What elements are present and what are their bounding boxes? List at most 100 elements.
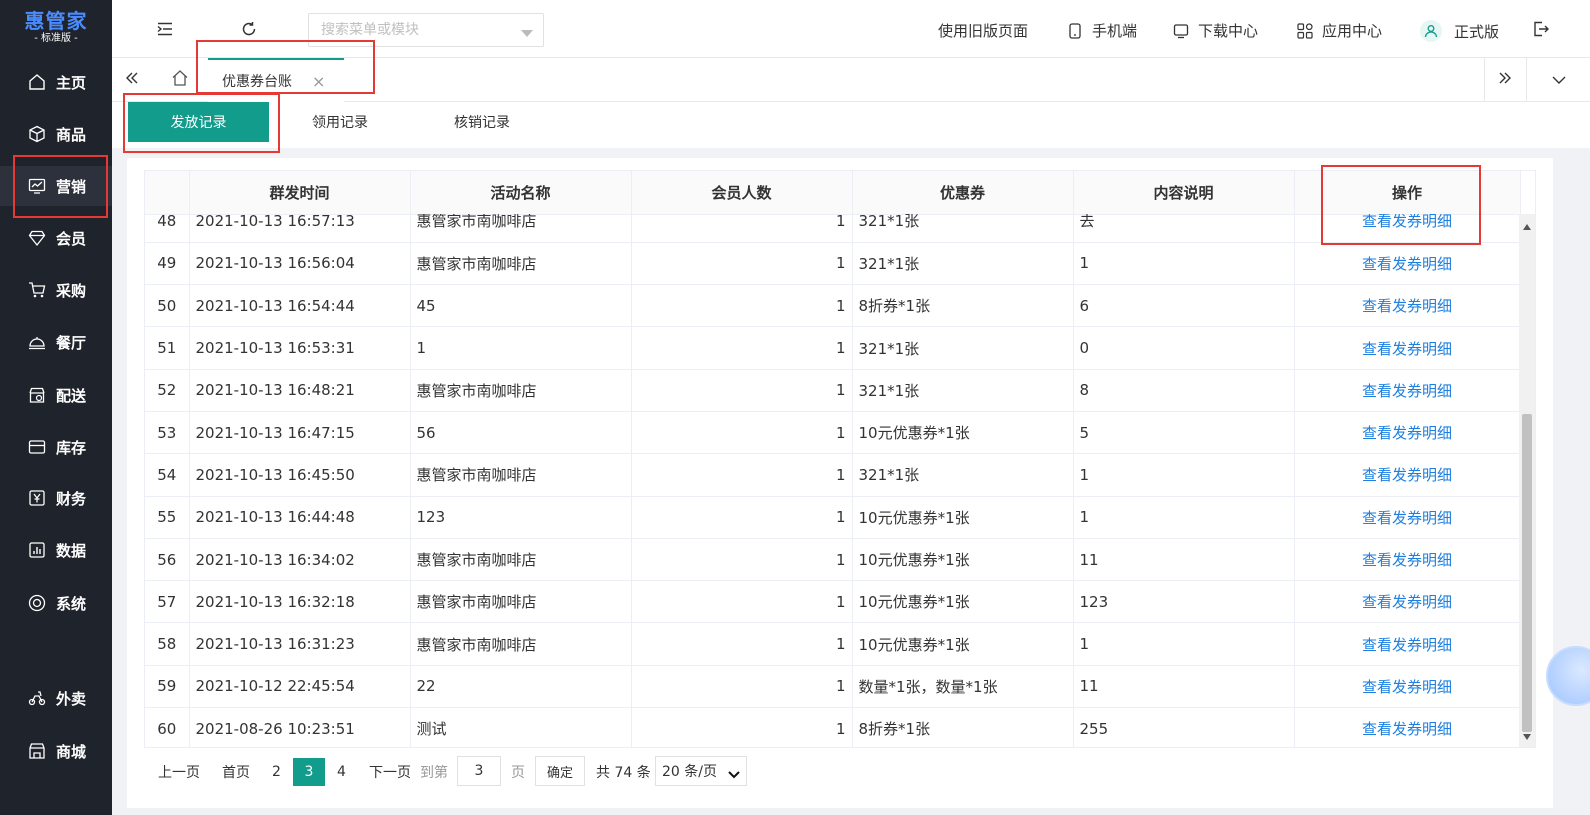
sidebar-item-members[interactable]: 会员 xyxy=(0,218,112,258)
home-tab-button[interactable] xyxy=(160,58,200,102)
confirm-goto-button[interactable]: 确定 xyxy=(535,756,585,786)
sidebar-item-label: 采购 xyxy=(56,281,87,300)
cell-member-count: 1 xyxy=(631,369,853,412)
view-detail-link[interactable]: 查看发券明细 xyxy=(1294,538,1520,582)
cell-coupon: 10元优惠券*1张 xyxy=(852,622,1074,666)
table-row: 54 2021-10-13 16:45:50 惠管家市南咖啡店 1 321*1张 1 查看发… xyxy=(145,453,1520,497)
old-version-link[interactable]: 使用旧版页面 xyxy=(938,20,1028,41)
download-center-link[interactable]: 下载中心 xyxy=(1172,20,1258,41)
next-page-button[interactable]: 下一页 xyxy=(369,758,411,786)
account-label: 正式版 xyxy=(1454,22,1500,41)
col-send-time: 群发时间 xyxy=(189,171,411,215)
sidebar-item-takeaway[interactable]: 外卖 xyxy=(0,678,112,718)
table-row: 57 2021-10-13 16:32:18 惠管家市南咖啡店 1 10元优惠券*1张 1… xyxy=(145,580,1520,624)
table-body[interactable]: 48 2021-10-13 16:57:13 惠管家市南咖啡店 1 321*1张去查看发… xyxy=(145,214,1520,747)
sidebar-item-purchase[interactable]: 采购 xyxy=(0,270,112,310)
sidebar-item-marketing[interactable]: 营销 xyxy=(0,166,112,206)
diamond-icon xyxy=(28,229,46,247)
table-row: 56 2021-10-13 16:34:02 惠管家市南咖啡店 1 10元优惠券*1张 1… xyxy=(145,538,1520,582)
scrollbar-thumb[interactable] xyxy=(1522,414,1532,732)
sidebar-item-inventory[interactable]: 库存 xyxy=(0,427,112,467)
sidebar-item-mall[interactable]: 商城 xyxy=(0,731,112,771)
app-center-link[interactable]: 应用中心 xyxy=(1296,20,1382,41)
cell-description: 1 xyxy=(1073,242,1295,286)
collapse-menu-icon[interactable] xyxy=(156,20,174,38)
view-detail-link[interactable]: 查看发券明细 xyxy=(1294,411,1520,455)
scroll-tabs-left-button[interactable] xyxy=(112,58,152,102)
col-coupon: 优惠券 xyxy=(852,171,1074,215)
sidebar-item-delivery[interactable]: 配送 xyxy=(0,375,112,415)
cell-coupon: 10元优惠券*1张 xyxy=(852,411,1074,455)
sidebar-item-system[interactable]: 系统 xyxy=(0,583,112,623)
menu-search-field[interactable] xyxy=(308,13,544,47)
view-detail-link[interactable]: 查看发券明细 xyxy=(1294,326,1520,370)
cell-activity-name: 45 xyxy=(410,284,632,328)
cell-description: 5 xyxy=(1073,411,1295,455)
cell-member-count: 1 xyxy=(631,622,853,666)
col-activity-name: 活动名称 xyxy=(410,171,632,215)
cell-description: 8 xyxy=(1073,369,1295,412)
view-detail-link[interactable]: 查看发券明细 xyxy=(1294,242,1520,286)
chevron-down-icon[interactable] xyxy=(521,26,533,42)
issue-records-table: 群发时间 活动名称 会员人数 优惠券 内容说明 操作 48 2021-10-13 … xyxy=(144,170,1536,748)
menu-search-input[interactable] xyxy=(321,22,511,38)
sidebar-item-restaurant[interactable]: 餐厅 xyxy=(0,322,112,362)
page-button-3-current[interactable]: 3 xyxy=(293,758,325,786)
view-detail-link[interactable]: 查看发券明细 xyxy=(1294,496,1520,539)
view-detail-link[interactable]: 查看发券明细 xyxy=(1294,214,1520,243)
tab-redeem-records[interactable]: 核销记录 xyxy=(434,102,530,142)
goto-page-input[interactable] xyxy=(457,756,501,786)
cell-member-count: 1 xyxy=(631,326,853,370)
scroll-tabs-right-button[interactable] xyxy=(1484,58,1524,102)
sidebar-item-goods[interactable]: 商品 xyxy=(0,114,112,154)
scroll-down-arrow-icon[interactable] xyxy=(1523,728,1531,744)
first-page-button[interactable]: 首页 xyxy=(222,758,250,786)
view-detail-link[interactable]: 查看发券明细 xyxy=(1294,284,1520,328)
view-detail-link[interactable]: 查看发券明细 xyxy=(1294,622,1520,666)
app-center-label: 应用中心 xyxy=(1322,22,1383,40)
sidebar-item-home[interactable]: 主页 xyxy=(0,62,112,102)
tab-claim-records[interactable]: 领用记录 xyxy=(292,102,388,142)
page-unit-label: 页 xyxy=(511,765,525,781)
sidebar-item-data[interactable]: 数据 xyxy=(0,530,112,570)
account-menu[interactable]: 正式版 xyxy=(1420,20,1499,42)
close-icon[interactable]: × xyxy=(312,72,325,91)
table-scrollbar[interactable] xyxy=(1519,214,1535,747)
cloche-icon xyxy=(28,333,46,351)
view-detail-link[interactable]: 查看发券明细 xyxy=(1294,665,1520,709)
view-detail-link[interactable]: 查看发券明细 xyxy=(1294,580,1520,624)
page-button-4[interactable]: 4 xyxy=(337,758,346,786)
cell-activity-name: 123 xyxy=(410,496,632,539)
view-detail-link[interactable]: 查看发券明细 xyxy=(1294,453,1520,497)
prev-page-button[interactable]: 上一页 xyxy=(158,758,200,786)
scroll-up-arrow-icon[interactable] xyxy=(1523,218,1531,234)
table-row: 52 2021-10-13 16:48:21 惠管家市南咖啡店 1 321*1张 8 查看发… xyxy=(145,369,1520,412)
row-index: 49 xyxy=(145,242,190,286)
tab-coupon-ledger[interactable]: 优惠券台账 × xyxy=(208,58,344,102)
sidebar-item-label: 财务 xyxy=(56,489,87,508)
logout-icon[interactable] xyxy=(1532,20,1550,38)
col-member-count: 会员人数 xyxy=(631,171,853,215)
cell-member-count: 1 xyxy=(631,453,853,497)
cell-send-time: 2021-10-13 16:54:44 xyxy=(189,284,411,328)
refresh-icon[interactable] xyxy=(240,20,258,38)
cell-send-time: 2021-10-13 16:32:18 xyxy=(189,580,411,624)
shop-icon xyxy=(28,742,46,760)
page-size-select[interactable]: 20 条/页 xyxy=(655,756,747,786)
brand-logo[interactable]: 惠管家 - 标准版 - xyxy=(0,0,112,56)
cell-description: 123 xyxy=(1073,580,1295,624)
tab-options-button[interactable] xyxy=(1526,58,1590,102)
cell-activity-name: 测试 xyxy=(410,707,632,747)
view-detail-link[interactable]: 查看发券明细 xyxy=(1294,707,1520,747)
home-icon xyxy=(28,73,46,91)
brand-edition: - 标准版 - xyxy=(34,33,78,44)
tab-issue-records[interactable]: 发放记录 xyxy=(128,102,269,142)
page-button-2[interactable]: 2 xyxy=(272,758,281,786)
view-detail-link[interactable]: 查看发券明细 xyxy=(1294,369,1520,412)
table-row: 58 2021-10-13 16:31:23 惠管家市南咖啡店 1 10元优惠券*1张 1… xyxy=(145,622,1520,666)
row-index: 57 xyxy=(145,580,190,624)
cell-activity-name: 22 xyxy=(410,665,632,709)
home-outline-icon xyxy=(171,69,189,91)
mobile-link[interactable]: 手机端 xyxy=(1066,20,1137,41)
sidebar-item-finance[interactable]: 财务 xyxy=(0,478,112,518)
